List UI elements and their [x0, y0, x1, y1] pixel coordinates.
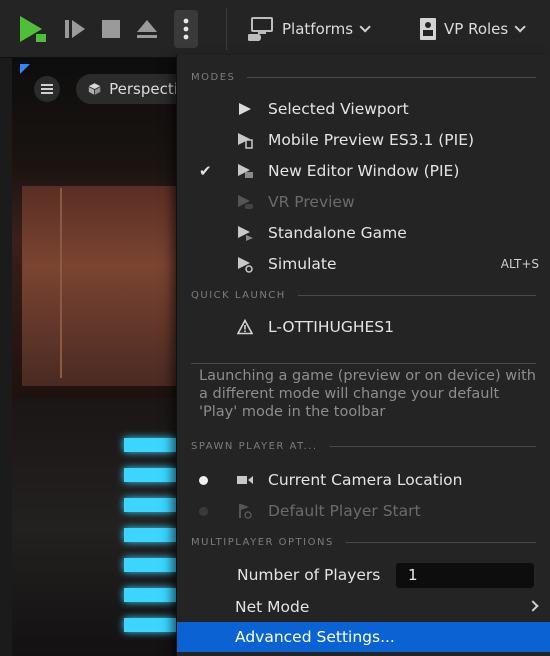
play-options-button[interactable]	[174, 10, 198, 48]
play-options-menu: MODES Selected Viewport Mobile Preview E…	[176, 55, 550, 656]
modes-section-header: MODES	[191, 67, 536, 87]
spawn-default-player-start-item: Default Player Start	[177, 496, 550, 526]
quick-launch-device-item[interactable]: L-OTTIHUGHES1	[177, 312, 550, 342]
radio-selected-icon	[199, 475, 208, 485]
chevron-down-icon	[359, 21, 371, 33]
scene-light-strip	[124, 468, 176, 482]
section-label: MODES	[191, 71, 236, 83]
advance-frame-button[interactable]	[62, 14, 88, 44]
platforms-button[interactable]: Platforms	[248, 14, 371, 44]
menu-item-label: New Editor Window (PIE)	[268, 162, 460, 180]
divider	[329, 445, 536, 447]
standalone-game-icon	[235, 223, 255, 243]
section-label: SPAWN PLAYER AT...	[191, 440, 318, 452]
section-label: QUICK LAUNCH	[191, 289, 286, 301]
toolbar-separator	[226, 8, 227, 50]
divider	[191, 362, 536, 364]
platforms-icon	[248, 17, 273, 41]
more-vertical-icon	[183, 18, 189, 40]
editor-window-icon	[235, 161, 255, 181]
keyboard-shortcut: ALT+S	[500, 257, 539, 271]
scene-light-strip	[124, 438, 176, 452]
play-button[interactable]	[14, 14, 50, 44]
scene-light-strip	[124, 588, 176, 602]
divider	[247, 76, 536, 78]
scene-light-strip	[124, 558, 176, 572]
menu-item-label: Standalone Game	[268, 224, 407, 242]
spawn-player-section-header: SPAWN PLAYER AT...	[191, 436, 536, 456]
cube-icon	[88, 83, 101, 95]
menu-item-label: Simulate	[268, 255, 337, 273]
warning-icon	[235, 317, 255, 337]
advanced-settings-item[interactable]: Advanced Settings...	[177, 622, 550, 652]
perspective-label: Perspective	[109, 80, 176, 98]
level-editor-toolbar: Platforms VP Roles	[0, 0, 550, 58]
vp-roles-label: VP Roles	[444, 20, 509, 38]
spawn-current-camera-item[interactable]: Current Camera Location	[177, 465, 550, 495]
frame-advance-icon	[65, 20, 85, 38]
player-start-icon	[235, 501, 255, 521]
platforms-label: Platforms	[282, 20, 354, 38]
eject-button[interactable]	[132, 14, 162, 44]
quick-launch-section-header: QUICK LAUNCH	[191, 285, 536, 305]
play-icon	[235, 99, 255, 119]
scene-light-strip	[124, 498, 176, 512]
scene-wall	[22, 186, 176, 386]
camera-icon	[235, 470, 255, 490]
mode-item-vr-preview: VR Preview	[177, 187, 550, 217]
number-of-players-row: Number of Players 1	[177, 560, 550, 590]
mode-item-new-editor-window[interactable]: ✔ New Editor Window (PIE)	[177, 156, 550, 186]
number-of-players-label: Number of Players	[237, 566, 381, 584]
scene-wall-seam	[60, 188, 62, 378]
menu-item-label: Net Mode	[235, 598, 310, 616]
perspective-view-button[interactable]: Perspective	[76, 74, 176, 104]
checkmark-icon: ✔	[199, 162, 212, 180]
menu-item-label: Default Player Start	[268, 502, 421, 520]
scene-light-strip	[124, 528, 176, 542]
play-icon	[20, 16, 46, 42]
vr-preview-icon	[235, 192, 255, 212]
chevron-right-icon	[527, 600, 539, 612]
divider	[297, 294, 536, 296]
menu-item-label: Mobile Preview ES3.1 (PIE)	[268, 131, 475, 149]
net-mode-submenu-item[interactable]: Net Mode	[177, 592, 550, 622]
chevron-down-icon	[514, 21, 526, 33]
mode-item-simulate[interactable]: Simulate ALT+S	[177, 249, 550, 279]
simulate-icon	[235, 254, 255, 274]
radio-unselected-icon	[199, 506, 208, 516]
vp-roles-button[interactable]: VP Roles	[418, 14, 526, 44]
scene-light-strip	[124, 618, 176, 632]
menu-item-label: Advanced Settings...	[235, 628, 395, 646]
mode-item-mobile-preview[interactable]: Mobile Preview ES3.1 (PIE)	[177, 125, 550, 155]
mode-item-standalone-game[interactable]: Standalone Game	[177, 218, 550, 248]
viewport-focus-corner	[20, 64, 30, 74]
play-mode-hint-text: Launching a game (preview or on device) …	[199, 368, 536, 420]
hamburger-menu-icon	[41, 84, 53, 94]
mode-item-selected-viewport[interactable]: Selected Viewport	[177, 94, 550, 124]
viewport-options-button[interactable]	[34, 76, 60, 102]
menu-item-label: Current Camera Location	[268, 471, 463, 489]
eject-icon	[137, 20, 157, 38]
viewport-left-edge	[0, 58, 12, 656]
stop-button[interactable]	[98, 14, 124, 44]
number-of-players-input[interactable]: 1	[396, 563, 534, 588]
stop-icon	[102, 20, 120, 38]
multiplayer-section-header: MULTIPLAYER OPTIONS	[191, 532, 536, 552]
mobile-preview-icon	[235, 130, 255, 150]
menu-item-label: Selected Viewport	[268, 100, 409, 118]
menu-item-label: L-OTTIHUGHES1	[268, 318, 394, 336]
divider	[345, 541, 536, 543]
vp-roles-icon	[420, 18, 436, 40]
section-label: MULTIPLAYER OPTIONS	[191, 536, 334, 548]
level-viewport[interactable]: Perspective	[0, 58, 176, 656]
menu-item-label: VR Preview	[268, 193, 355, 211]
